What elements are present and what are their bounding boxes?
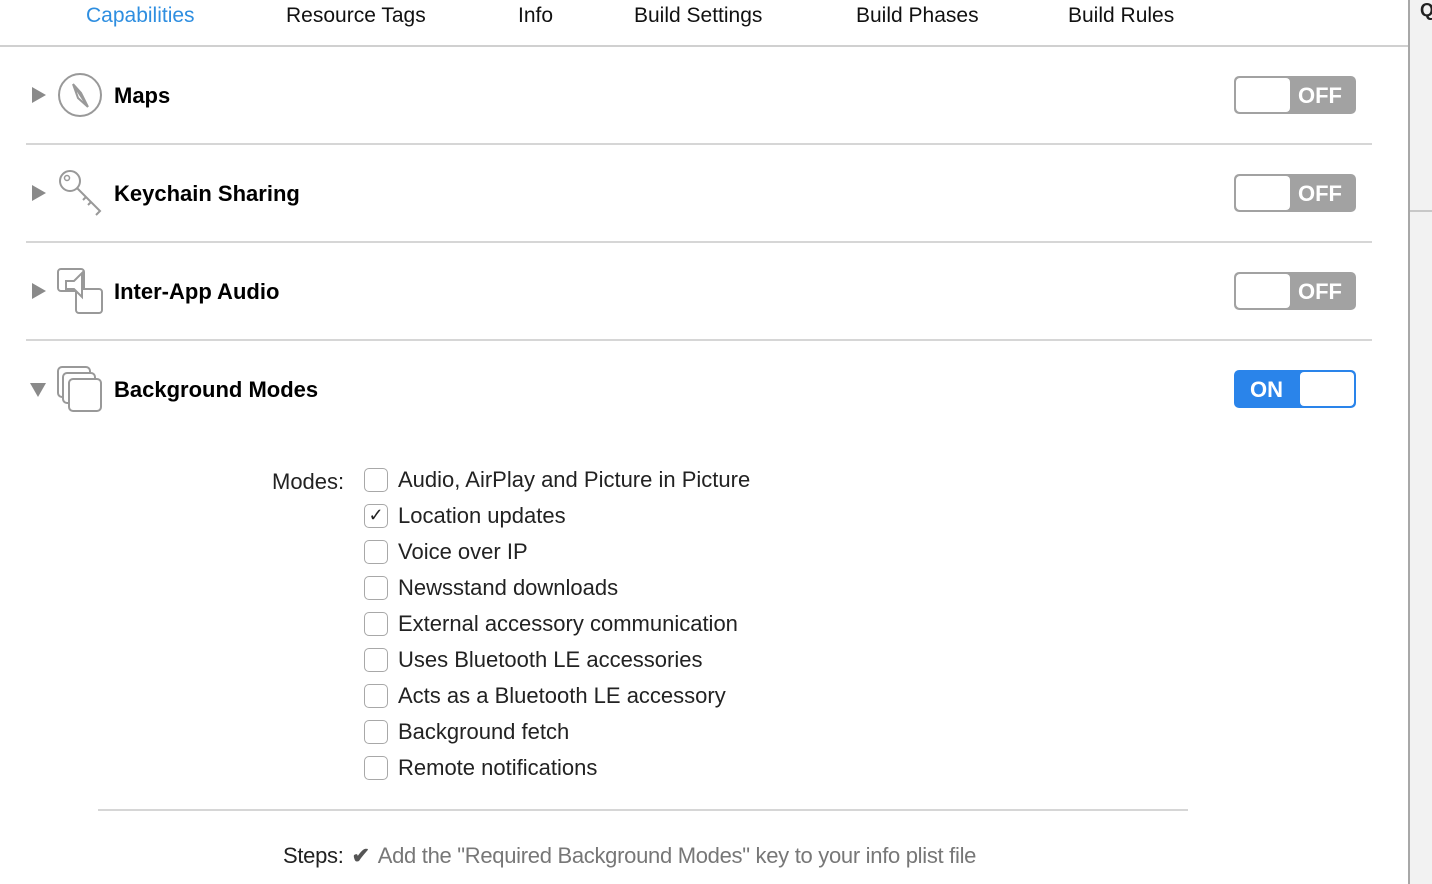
mode-label: Remote notifications	[398, 755, 598, 780]
checkmark-icon: ✔	[351, 843, 370, 868]
capability-maps: Maps OFF	[26, 47, 1372, 145]
tab-capabilities[interactable]: Capabilities	[86, 4, 195, 28]
tab-build-settings[interactable]: Build Settings	[634, 4, 762, 28]
checkbox[interactable]	[364, 540, 388, 564]
compass-icon	[58, 73, 102, 117]
keys-icon	[59, 170, 102, 216]
mode-label: Newsstand downloads	[398, 575, 619, 600]
toggle-knob	[1236, 176, 1290, 210]
mode-label: Voice over IP	[398, 539, 528, 564]
mode-label: Uses Bluetooth LE accessories	[398, 647, 703, 672]
inspector-letter: Q	[1420, 0, 1432, 20]
disclosure-triangle-icon[interactable]	[32, 87, 46, 103]
inter-app-audio-icon	[57, 268, 103, 314]
mode-checkbox-row[interactable]: Audio, AirPlay and Picture in Picture	[364, 465, 750, 495]
capability-title: Background Modes	[114, 377, 319, 402]
capability-title: Maps	[114, 83, 171, 108]
disclosure-triangle-icon[interactable]	[32, 283, 46, 299]
modes-label: Modes:	[272, 469, 345, 494]
mode-checkbox-row[interactable]: Newsstand downloads	[364, 573, 618, 603]
toggle-knob	[1236, 78, 1290, 112]
mode-checkbox-row[interactable]: Uses Bluetooth LE accessories	[364, 645, 703, 675]
mode-checkbox-row[interactable]: ✓ Location updates	[364, 501, 566, 531]
inspector-panel: Q	[1408, 0, 1432, 884]
mode-label: Acts as a Bluetooth LE accessory	[398, 683, 726, 708]
checkbox[interactable]	[364, 756, 388, 780]
capability-inter-app-audio: Inter-App Audio OFF	[26, 243, 1372, 341]
tab-resource-tags[interactable]: Resource Tags	[286, 4, 426, 28]
background-modes-icon	[57, 366, 102, 412]
mode-checkbox-row[interactable]: Background fetch	[364, 717, 569, 747]
checkbox[interactable]	[364, 720, 388, 744]
mode-label: Location updates	[398, 503, 566, 528]
mode-checkbox-row[interactable]: Voice over IP	[364, 537, 528, 567]
toggle-label: OFF	[1298, 83, 1342, 108]
disclosure-triangle-icon[interactable]	[32, 185, 46, 201]
maps-toggle[interactable]: OFF	[1234, 76, 1356, 114]
capability-title: Keychain Sharing	[114, 181, 300, 206]
toggle-knob	[1236, 274, 1290, 308]
tab-general[interactable]: l	[0, 4, 1, 28]
disclosure-triangle-icon[interactable]	[30, 383, 46, 397]
checkbox[interactable]: ✓	[364, 504, 388, 528]
tab-bar: l Capabilities Resource Tags Info Build …	[0, 0, 1408, 47]
divider	[98, 809, 1188, 811]
inter-app-audio-toggle[interactable]: OFF	[1234, 272, 1356, 310]
capability-title: Inter-App Audio	[114, 279, 280, 304]
step-text: Add the "Required Background Modes" key …	[377, 843, 977, 868]
mode-label: Audio, AirPlay and Picture in Picture	[398, 467, 751, 492]
mode-checkbox-row[interactable]: Acts as a Bluetooth LE accessory	[364, 681, 726, 711]
steps-label: Steps:	[283, 843, 344, 868]
capability-keychain-sharing: Keychain Sharing OFF	[26, 145, 1372, 243]
toggle-knob	[1300, 372, 1354, 406]
mode-checkbox-row[interactable]: External accessory communication	[364, 609, 738, 639]
checkbox[interactable]	[364, 468, 388, 492]
steps: Steps: ✔ Add the "Required Background Mode…	[283, 843, 976, 869]
keychain-sharing-toggle[interactable]: OFF	[1234, 174, 1356, 212]
mode-label: External accessory communication	[398, 611, 738, 636]
checkbox[interactable]	[364, 648, 388, 672]
divider	[1410, 210, 1432, 212]
capability-background-modes: Background Modes ON	[26, 341, 1372, 439]
mode-checkbox-row[interactable]: Remote notifications	[364, 753, 597, 783]
toggle-label: ON	[1250, 377, 1283, 402]
checkbox[interactable]	[364, 576, 388, 600]
toggle-label: OFF	[1298, 181, 1342, 206]
tab-build-phases[interactable]: Build Phases	[856, 4, 979, 28]
toggle-label: OFF	[1298, 279, 1342, 304]
tab-build-rules[interactable]: Build Rules	[1068, 4, 1174, 28]
background-modes-toggle[interactable]: ON	[1234, 370, 1356, 408]
checkbox[interactable]	[364, 684, 388, 708]
mode-label: Background fetch	[398, 719, 570, 744]
tab-info[interactable]: Info	[518, 4, 553, 28]
checkbox[interactable]	[364, 612, 388, 636]
